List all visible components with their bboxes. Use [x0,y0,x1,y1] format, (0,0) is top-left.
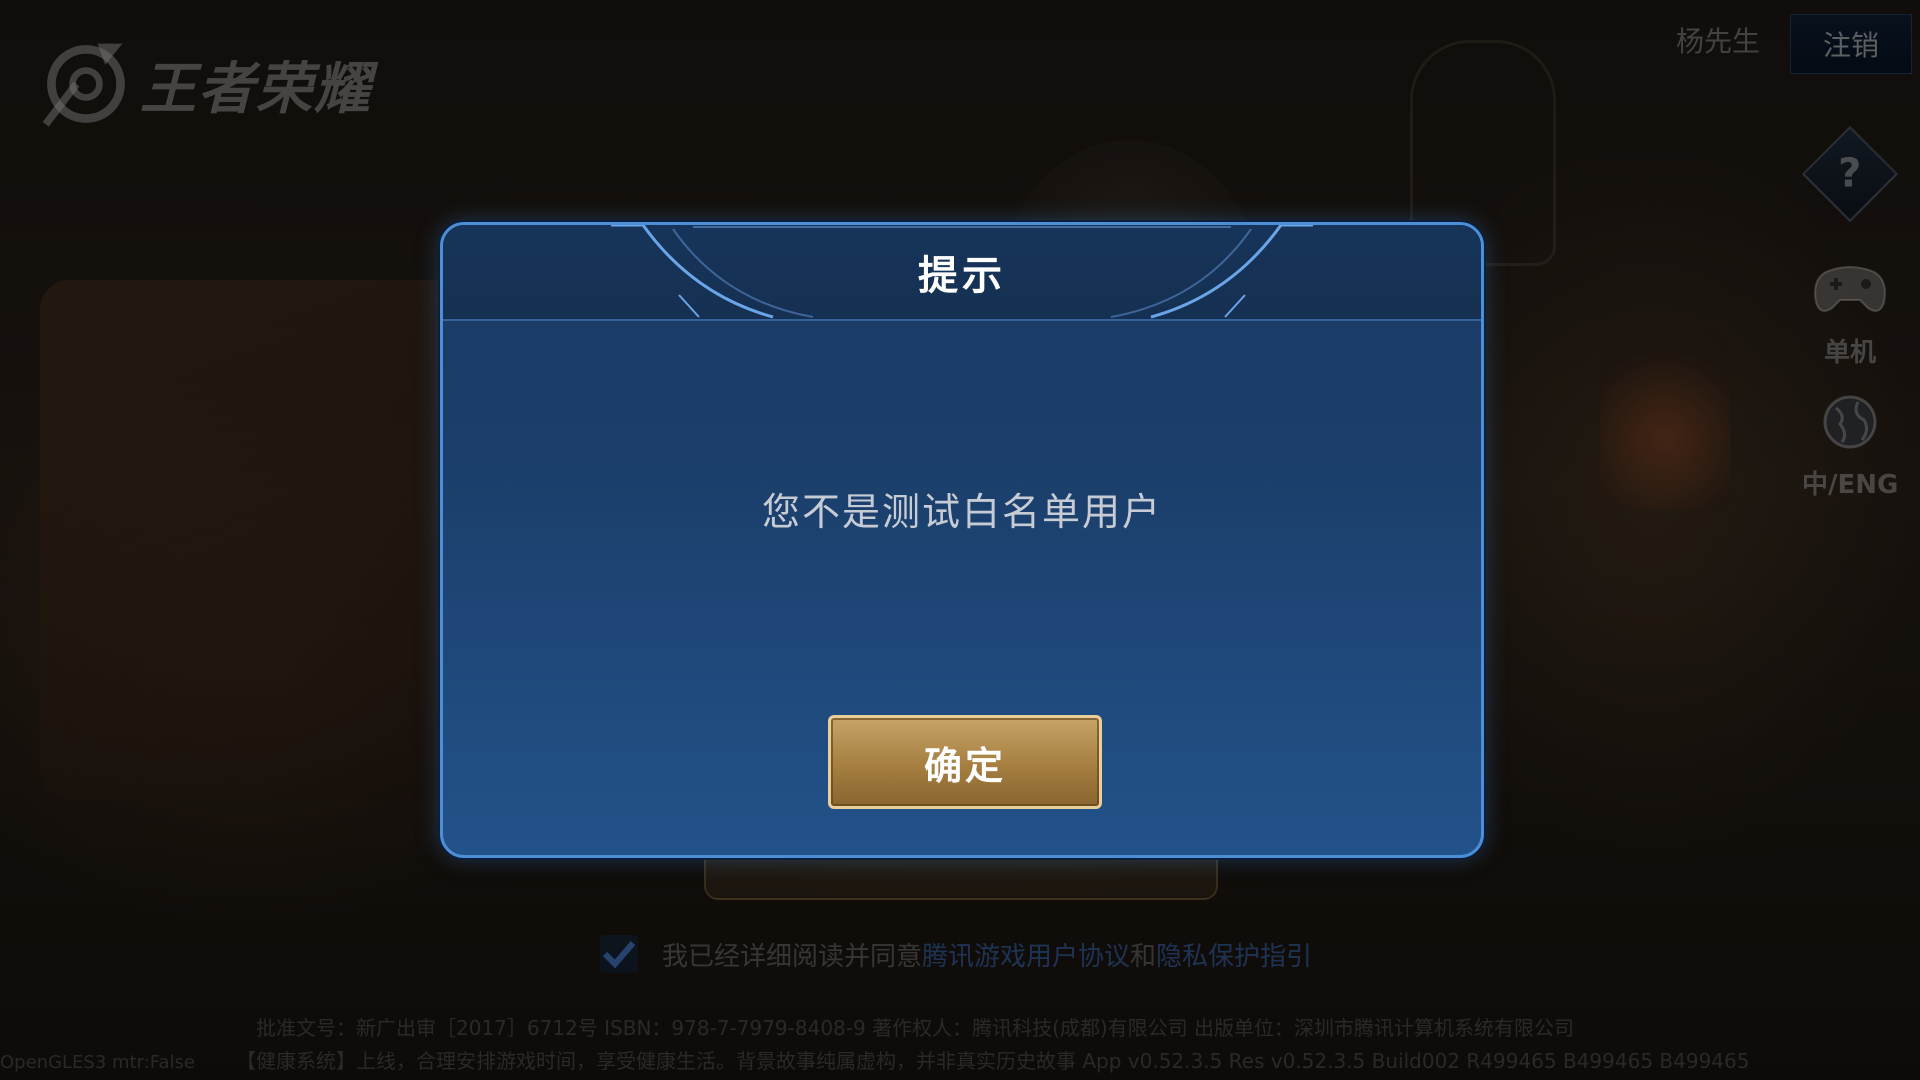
dialog-message: 您不是测试白名单用户 [761,490,1162,534]
confirm-button[interactable]: 确定 [828,715,1102,809]
notice-dialog: 提示 您不是测试白名单用户 确定 [440,222,1484,858]
dialog-header: 提示 [443,225,1481,321]
game-login-screen: 王者荣耀 杨先生 注销 ? 单机 中/ENG 我已经详细阅读并同意 腾讯游戏用户… [0,0,1920,1080]
dialog-title: 提示 [918,253,1006,299]
